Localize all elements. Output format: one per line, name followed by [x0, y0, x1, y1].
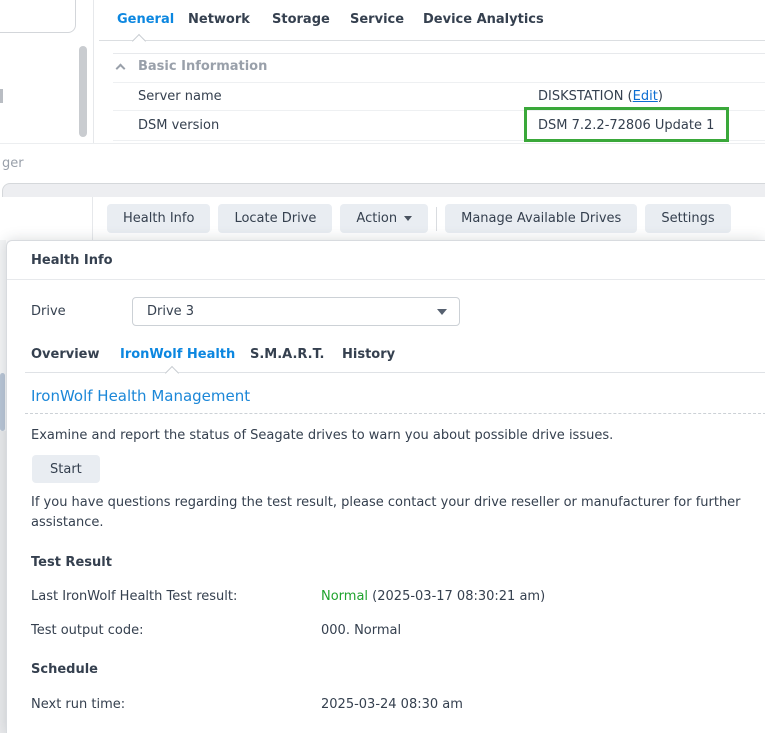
health-info-dialog: Health Info Drive Drive 3 Overview IronW…	[6, 240, 765, 733]
dialog-title: Health Info	[31, 253, 113, 268]
last-test-value: Normal (2025-03-17 08:30:21 am)	[321, 589, 545, 604]
window-title-fragment: ger	[2, 156, 24, 171]
status-badge: Normal	[321, 589, 368, 604]
tab-underline	[99, 40, 765, 41]
manage-available-drives-button[interactable]: Manage Available Drives	[445, 204, 637, 233]
start-button[interactable]: Start	[32, 455, 100, 483]
action-label: Action	[356, 211, 397, 226]
tab-ironwolf-health[interactable]: IronWolf Health	[120, 347, 235, 362]
health-info-label: Health Info	[123, 211, 194, 226]
tab-service[interactable]: Service	[350, 12, 404, 27]
server-name-text: DISKSTATION	[538, 89, 623, 104]
last-test-label: Last IronWolf Health Test result:	[31, 589, 237, 604]
locate-drive-button[interactable]: Locate Drive	[218, 204, 332, 233]
server-name-label: Server name	[138, 89, 222, 104]
schedule-heading: Schedule	[31, 662, 98, 677]
edit-link[interactable]: Edit	[633, 89, 658, 104]
ironwolf-description: Examine and report the status of Seagate…	[31, 428, 751, 443]
output-code-value: 000. Normal	[321, 623, 401, 638]
tab-storage[interactable]: Storage	[272, 12, 330, 27]
section-top-line	[113, 53, 765, 54]
panel-divider	[93, 0, 94, 143]
dashed-divider	[25, 413, 765, 414]
test-result-heading: Test Result	[31, 555, 112, 570]
content-top-band	[2, 183, 765, 197]
toolbar-separator	[436, 207, 437, 231]
reseller-note: If you have questions regarding the test…	[31, 493, 749, 533]
tab-smart[interactable]: S.M.A.R.T.	[250, 347, 324, 362]
region-seam	[0, 143, 765, 144]
tab-device-analytics[interactable]: Device Analytics	[423, 12, 544, 27]
drive-label: Drive	[31, 304, 66, 319]
underlying-scrollbar-thumb[interactable]	[0, 373, 5, 431]
drive-select-value: Drive 3	[147, 304, 194, 319]
drive-select[interactable]: Drive 3	[132, 297, 460, 326]
start-label: Start	[50, 462, 82, 477]
dsm-version-label: DSM version	[138, 118, 219, 133]
dialog-header-divider	[7, 279, 765, 280]
left-edge-tick	[0, 89, 3, 103]
settings-button[interactable]: Settings	[645, 204, 730, 233]
paren-close: )	[658, 89, 663, 104]
chevron-up-icon[interactable]	[116, 64, 126, 74]
last-test-detail: (2025-03-17 08:30:21 am)	[368, 589, 545, 604]
settings-label: Settings	[661, 211, 714, 226]
section-title[interactable]: Basic Information	[138, 59, 267, 74]
dialog-tab-underline	[25, 372, 765, 373]
health-info-button[interactable]: Health Info	[107, 204, 210, 233]
scrollbar-thumb[interactable]	[79, 46, 87, 137]
tab-network[interactable]: Network	[188, 12, 250, 27]
sidebar-divider	[92, 197, 93, 240]
tab-history[interactable]: History	[342, 347, 395, 362]
action-button[interactable]: Action	[340, 204, 428, 233]
search-input[interactable]	[0, 0, 76, 33]
next-run-value: 2025-03-24 08:30 am	[321, 697, 463, 712]
caret-down-icon	[437, 309, 447, 315]
tab-overview[interactable]: Overview	[31, 347, 100, 362]
manage-available-drives-label: Manage Available Drives	[461, 211, 621, 226]
locate-drive-label: Locate Drive	[234, 211, 316, 226]
row-separator	[113, 82, 765, 83]
active-tab-notch	[132, 34, 146, 48]
tab-general[interactable]: General	[117, 12, 174, 27]
server-name-value: DISKSTATION (Edit)	[538, 89, 663, 104]
caret-down-icon	[404, 216, 412, 221]
ironwolf-heading: IronWolf Health Management	[31, 387, 250, 405]
paren-open: (	[623, 89, 632, 104]
output-code-label: Test output code:	[31, 623, 143, 638]
next-run-label: Next run time:	[31, 697, 125, 712]
storage-toolbar: Health Info Locate Drive Action Manage A…	[107, 204, 731, 233]
dsm-version-highlight	[524, 107, 729, 142]
screen: General Network Storage Service Device A…	[0, 0, 765, 733]
dialog-active-tab-notch	[165, 366, 179, 380]
